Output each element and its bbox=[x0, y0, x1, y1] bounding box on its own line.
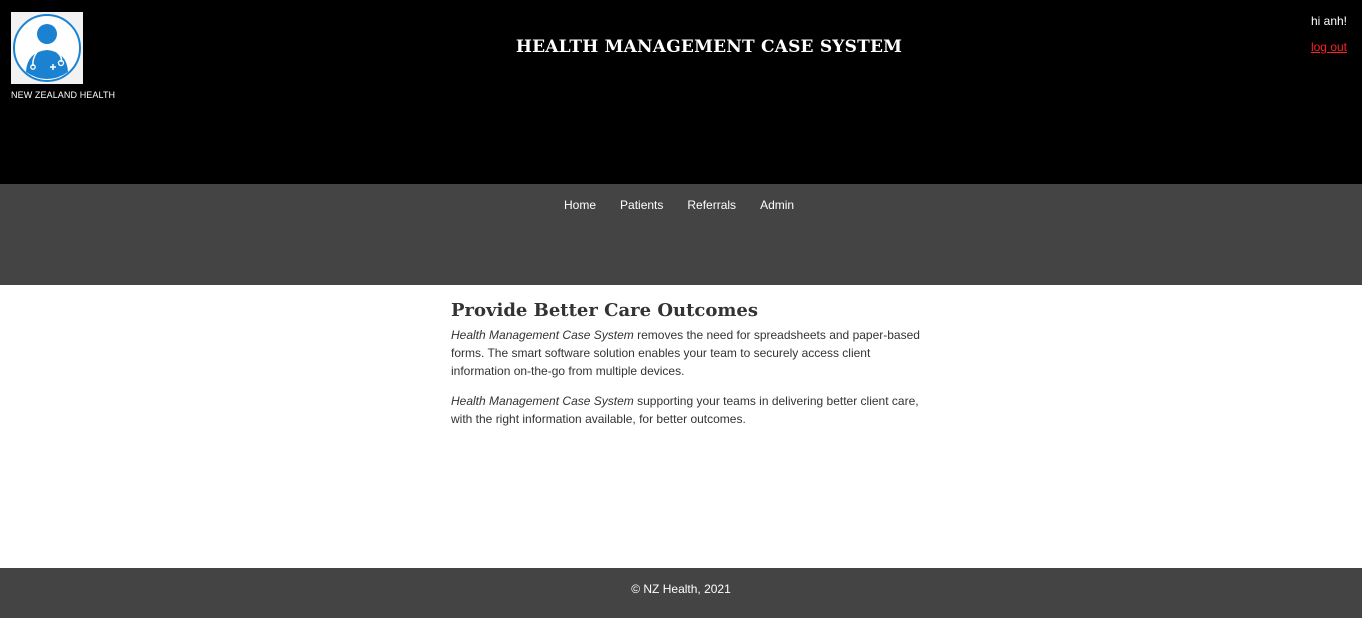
site-header: NEW ZEALAND HEALTH HEALTH MANAGEMENT CAS… bbox=[0, 0, 1362, 184]
intro-section: Provide Better Care Outcomes Health Mana… bbox=[451, 299, 921, 440]
nav-item-admin[interactable]: Admin bbox=[748, 197, 806, 213]
intro-paragraph-1: Health Management Case System removes th… bbox=[451, 326, 921, 380]
copyright-text: © NZ Health, 2021 bbox=[631, 582, 731, 596]
nav-list: Home Patients Referrals Admin bbox=[552, 197, 806, 213]
page-title: HEALTH MANAGEMENT CASE SYSTEM bbox=[515, 37, 903, 57]
system-name-emphasis: Health Management Case System bbox=[451, 328, 634, 342]
logout-link[interactable]: log out bbox=[1311, 40, 1347, 54]
nav-item-patients[interactable]: Patients bbox=[608, 197, 675, 213]
site-footer: © NZ Health, 2021 bbox=[0, 568, 1362, 618]
user-greeting: hi anh! bbox=[1310, 14, 1347, 28]
intro-paragraph-2: Health Management Case System supporting… bbox=[451, 392, 921, 428]
system-name-emphasis: Health Management Case System bbox=[451, 394, 634, 408]
nav-item-referrals[interactable]: Referrals bbox=[675, 197, 748, 213]
main-content: Provide Better Care Outcomes Health Mana… bbox=[0, 285, 1362, 568]
nav-item-home[interactable]: Home bbox=[552, 197, 608, 213]
main-nav: Home Patients Referrals Admin bbox=[0, 184, 1362, 285]
brand-name: NEW ZEALAND HEALTH bbox=[11, 90, 116, 100]
section-heading: Provide Better Care Outcomes bbox=[451, 300, 758, 321]
